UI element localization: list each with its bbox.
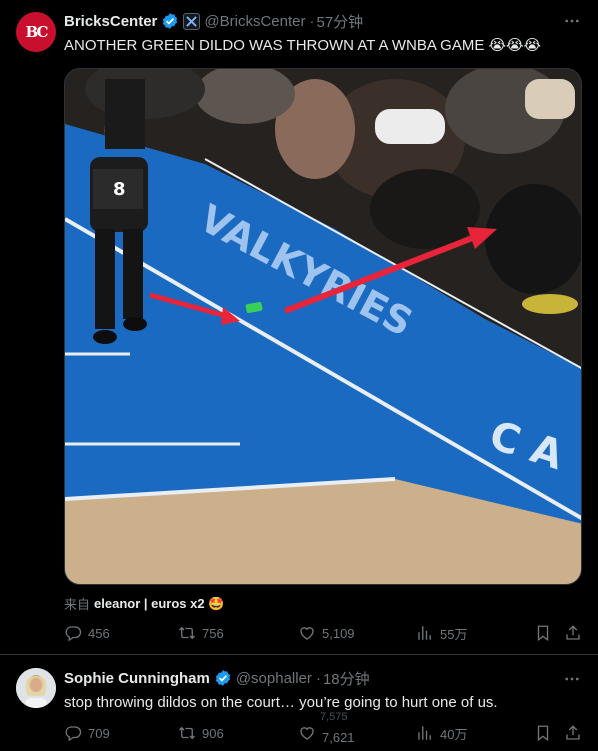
- separator-dot: ·: [309, 12, 315, 30]
- author-handle[interactable]: @BricksCenter: [204, 13, 305, 30]
- affiliate-x-icon[interactable]: [183, 12, 201, 30]
- like-button[interactable]: 5,109: [298, 624, 355, 642]
- tweet-header: Sophie Cunningham @sophaller · 18分钟: [64, 668, 370, 688]
- bookmark-icon: [537, 625, 549, 642]
- bookmark-button[interactable]: [534, 624, 552, 642]
- brickscenter-logo: BC: [25, 23, 49, 41]
- share-icon: [566, 725, 580, 740]
- reply-count: 456: [88, 625, 110, 641]
- verified-icon: [161, 12, 179, 30]
- retweet-count: 906: [202, 725, 224, 741]
- tweet-text: stop throwing dildos on the court… you’r…: [64, 694, 498, 711]
- views-icon: [418, 626, 431, 640]
- bookmark-button[interactable]: [534, 724, 552, 742]
- retweet-icon: [179, 626, 195, 640]
- avatar-photo: [16, 668, 56, 708]
- source-attribution[interactable]: 来自 eleanor | euros x2 🤩: [64, 594, 224, 613]
- video-frame: VALKYRIES C A 8: [65, 69, 581, 584]
- views-button[interactable]: 55万: [416, 624, 467, 643]
- svg-text:8: 8: [113, 179, 126, 200]
- bookmark-icon: [537, 725, 549, 742]
- video-player[interactable]: VALKYRIES C A 8: [64, 68, 582, 585]
- source-prefix: 来自: [64, 597, 91, 612]
- reply-button[interactable]: 456: [64, 624, 110, 642]
- avatar[interactable]: BC: [16, 12, 56, 52]
- view-count: 55万: [440, 626, 468, 642]
- reply-icon: [65, 726, 82, 742]
- like-button[interactable]: 7,575 7,621: [298, 711, 355, 745]
- tweet-brickscenter[interactable]: BC BricksCenter @BricksCenter · 57分钟 ANO…: [0, 0, 598, 655]
- retweet-count: 756: [202, 625, 224, 641]
- like-count: 7,621: [322, 729, 355, 745]
- share-button[interactable]: [564, 724, 582, 742]
- tweet-actions: 456 756 5,109 55万: [64, 623, 582, 643]
- like-icon: [300, 627, 314, 640]
- views-icon: [418, 726, 431, 740]
- tweet-header: BricksCenter @BricksCenter · 57分钟: [64, 11, 363, 31]
- reply-button[interactable]: 709: [64, 724, 110, 742]
- more-icon[interactable]: [562, 11, 582, 31]
- like-count-animating: 7,575: [320, 711, 348, 723]
- retweet-icon: [179, 726, 195, 740]
- separator-dot: ·: [315, 669, 321, 687]
- retweet-button[interactable]: 756: [178, 624, 224, 642]
- reply-count: 709: [88, 725, 110, 741]
- share-icon: [566, 625, 580, 640]
- tweet-text: ANOTHER GREEN DILDO WAS THROWN AT A WNBA…: [64, 37, 542, 54]
- like-count: 5,109: [322, 625, 355, 641]
- verified-icon: [214, 669, 232, 687]
- author-handle[interactable]: @sophaller: [236, 670, 312, 687]
- share-button[interactable]: [564, 624, 582, 642]
- source-name[interactable]: eleanor | euros x2 🤩: [94, 596, 224, 612]
- reply-icon: [65, 626, 82, 642]
- author-name[interactable]: Sophie Cunningham: [64, 670, 210, 687]
- retweet-button[interactable]: 906: [178, 724, 224, 742]
- author-name[interactable]: BricksCenter: [64, 13, 157, 30]
- avatar[interactable]: [16, 668, 56, 708]
- like-icon: [300, 727, 314, 740]
- timestamp[interactable]: 57分钟: [316, 11, 363, 32]
- timestamp[interactable]: 18分钟: [323, 668, 370, 689]
- tweet-actions: 709 906 7,575 7,621 40万: [64, 711, 582, 745]
- more-icon[interactable]: [562, 669, 582, 689]
- view-count: 40万: [440, 726, 468, 742]
- tweet-sophie-cunningham[interactable]: Sophie Cunningham @sophaller · 18分钟 stop…: [0, 656, 598, 751]
- views-button[interactable]: 40万: [416, 724, 467, 743]
